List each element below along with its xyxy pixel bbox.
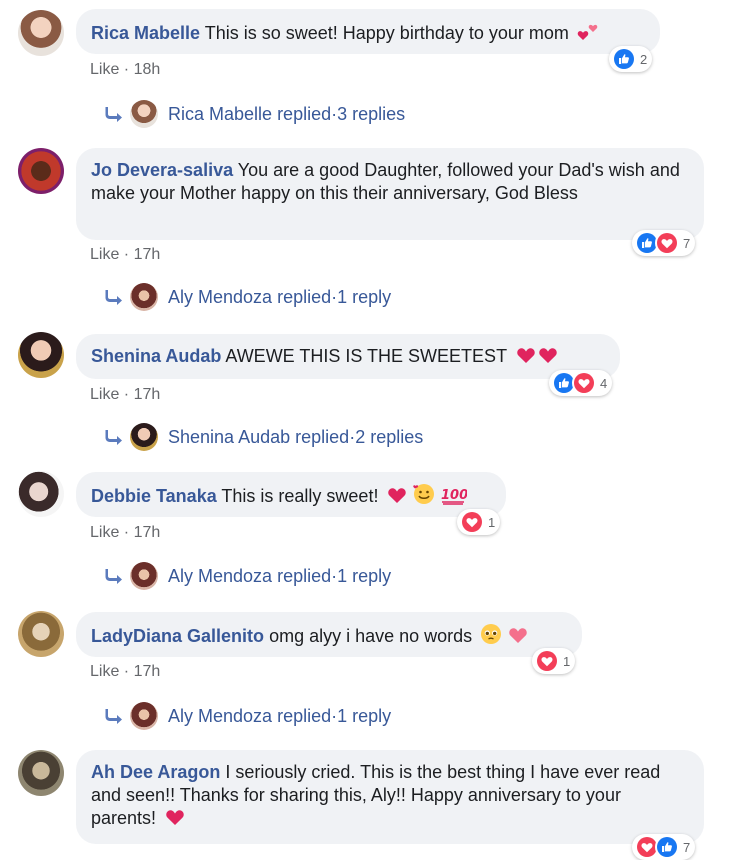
comment-bubble: Ah Dee Aragon I seriously cried. This is… xyxy=(76,750,704,844)
avatar[interactable] xyxy=(18,750,64,796)
comment-author[interactable]: Ah Dee Aragon xyxy=(91,762,220,782)
reaction-count: 7 xyxy=(683,839,691,855)
red-heart-emoji-icon xyxy=(164,807,186,833)
reactions-summary[interactable]: 7 xyxy=(632,834,696,860)
comment: Ah Dee Aragon I seriously cried. This is… xyxy=(0,0,750,860)
like-icon xyxy=(655,835,679,859)
